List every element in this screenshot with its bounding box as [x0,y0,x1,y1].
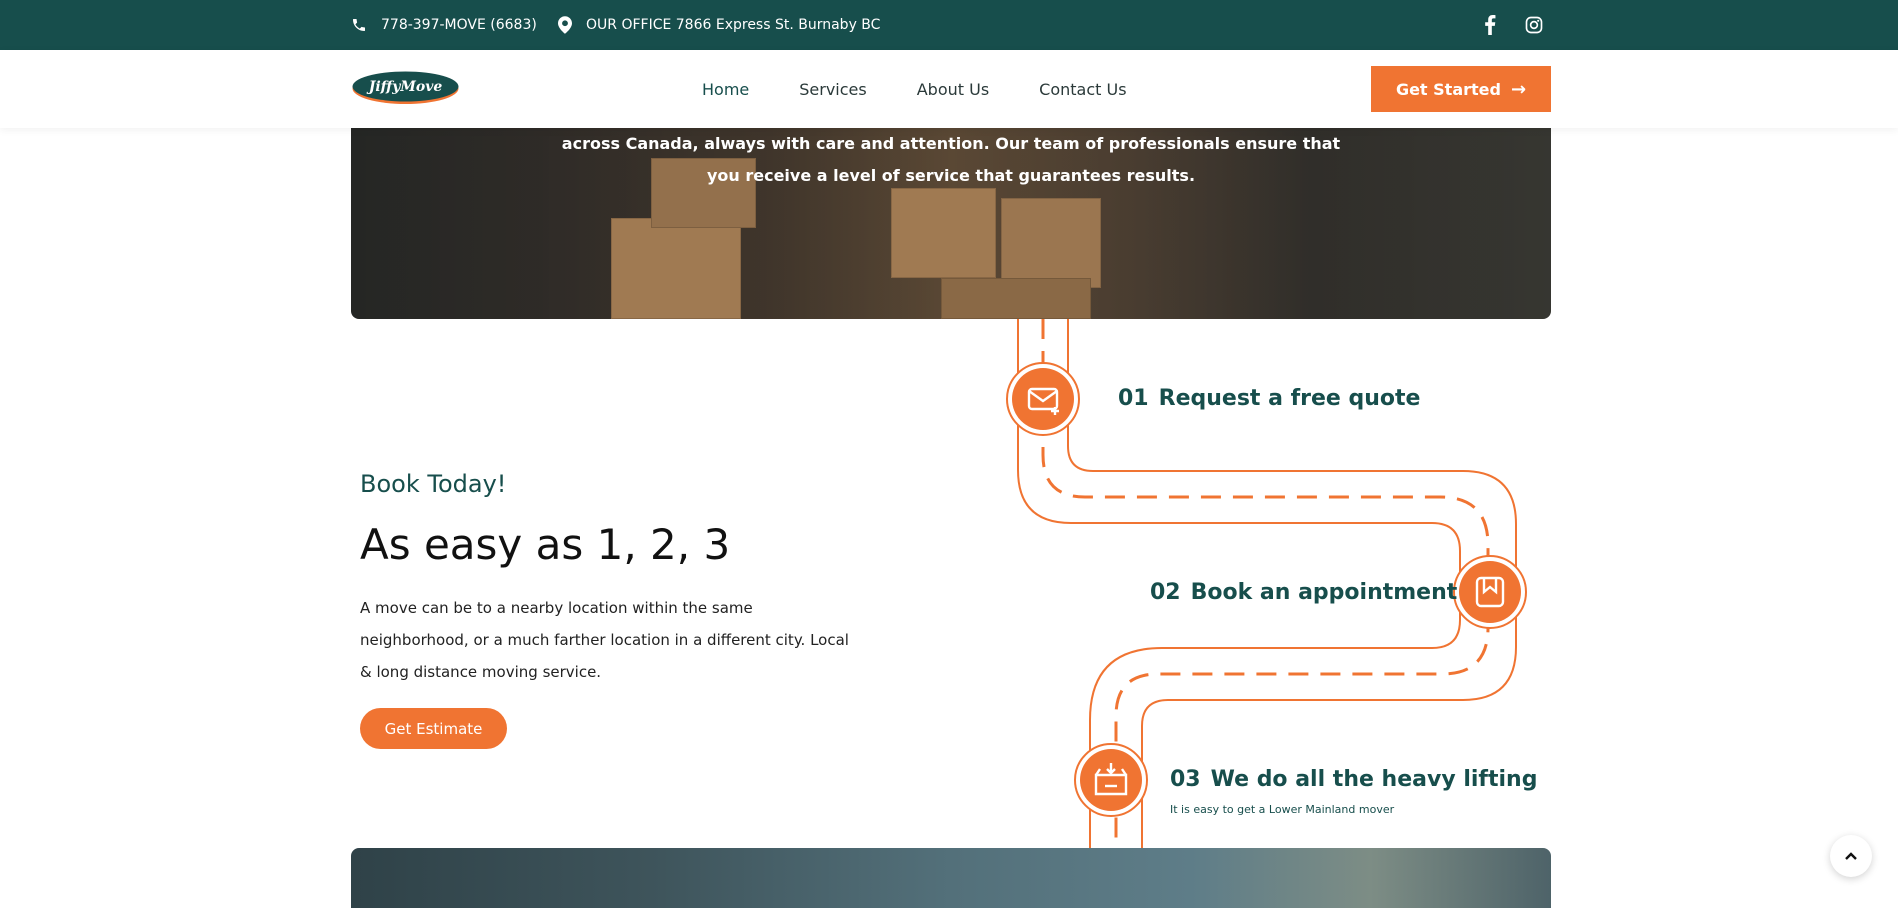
step-1-title-text: Request a free quote [1158,386,1421,411]
step-1-number: 01 [1118,386,1149,411]
step-3-title: 03 We do all the heavy lifting [1170,767,1537,792]
jiffymove-logo[interactable]: JiffyMove [351,70,460,105]
arrow-right-icon: → [1510,78,1527,100]
step-1-title: 01 Request a free quote [1118,386,1420,411]
step-3-title-text: We do all the heavy lifting [1210,767,1538,792]
nav-contact-us[interactable]: Contact Us [1039,80,1126,99]
get-started-label: Get Started [1395,79,1501,99]
scroll-to-top-button[interactable] [1830,835,1872,877]
step-3-number: 03 [1170,767,1201,792]
bottom-section-image [351,848,1551,908]
nav-services[interactable]: Services [799,80,866,99]
step-2-number: 02 [1150,580,1181,605]
get-started-button[interactable]: Get Started → [1371,66,1551,112]
step-3-subtitle: It is easy to get a Lower Mainland mover [1170,803,1395,816]
nav-home[interactable]: Home [702,80,749,99]
step-2-title: 02 Book an appointment [1150,580,1457,605]
nav-about-us[interactable]: About Us [917,80,989,99]
step-2-icon-badge [1453,555,1527,629]
steps-road-graphic [1017,319,1517,848]
step-3-icon-badge [1074,743,1148,817]
step-1-icon-badge [1006,362,1080,436]
logo-text: JiffyMove [366,79,443,95]
nav-links: Home Services About Us Contact Us [702,50,1177,128]
step-2-title-text: Book an appointment [1190,580,1458,605]
main-navbar: JiffyMove Home Services About Us Contact… [0,50,1898,128]
chevron-up-icon [1845,852,1857,860]
